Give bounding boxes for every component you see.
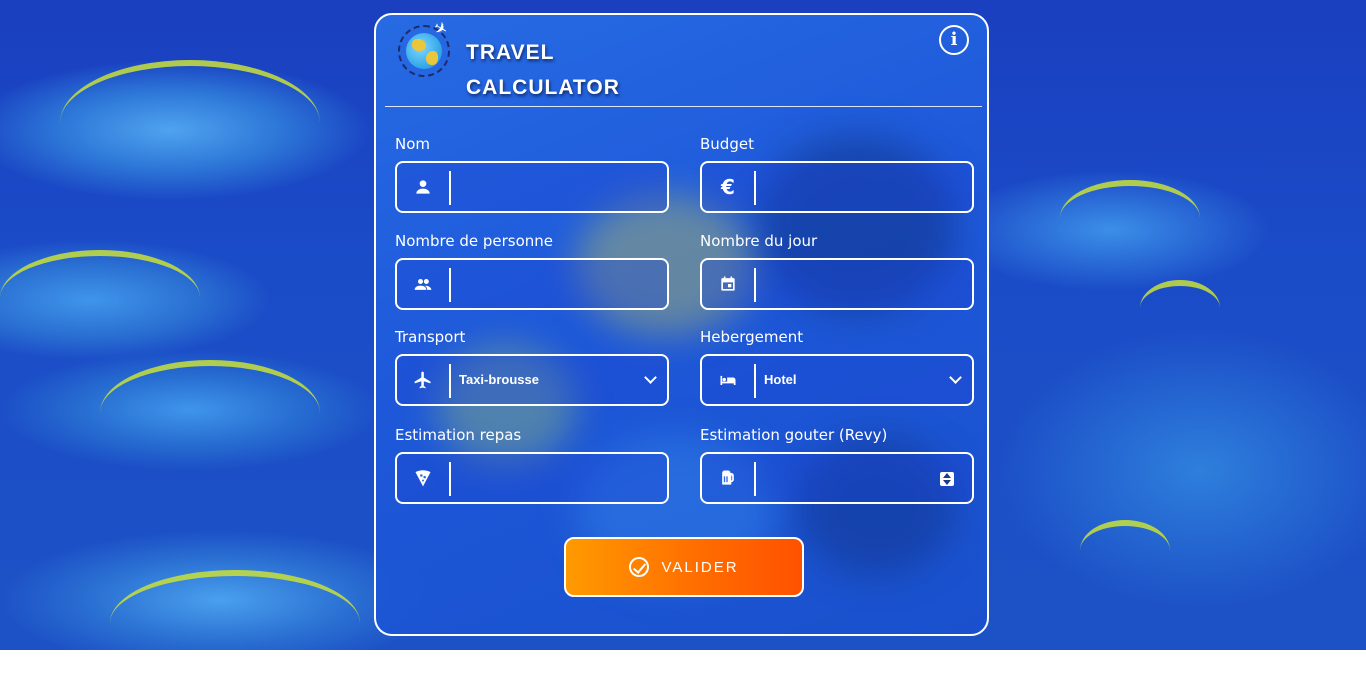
personnes-input[interactable]: [459, 260, 659, 308]
transport-selected-value: Taxi-brousse: [459, 372, 539, 387]
transport-field: Transport Taxi-brousse: [395, 328, 669, 406]
fish-decoration: [100, 360, 320, 466]
transport-label: Transport: [395, 328, 466, 346]
fish-decoration: [1080, 520, 1170, 581]
calendar-icon: [702, 260, 754, 308]
globe-logo-icon: ✈: [398, 17, 451, 77]
gouter-field: Estimation gouter (Revy): [700, 426, 974, 504]
beer-mug-icon: [702, 454, 754, 502]
repas-field: Estimation repas: [395, 426, 669, 504]
repas-label: Estimation repas: [395, 426, 522, 444]
app-title: TRAVEL CALCULATOR: [466, 35, 620, 105]
gouter-label: Estimation gouter (Revy): [700, 426, 888, 444]
people-icon: [397, 260, 449, 308]
hebergement-select[interactable]: Hotel: [700, 354, 974, 406]
title-line-2: CALCULATOR: [466, 76, 620, 99]
transport-select[interactable]: Taxi-brousse: [395, 354, 669, 406]
info-button[interactable]: i: [939, 25, 969, 55]
euro-icon: €: [721, 175, 735, 199]
header-divider: [385, 106, 982, 107]
personnes-label: Nombre de personne: [395, 232, 554, 250]
gouter-input-box: [700, 452, 974, 504]
nom-label: Nom: [395, 135, 431, 153]
nom-field: Nom: [395, 135, 669, 213]
jours-label: Nombre du jour: [700, 232, 818, 250]
jours-input-box: [700, 258, 974, 310]
bed-icon: [702, 356, 754, 404]
valider-button-label: VALIDER: [661, 558, 739, 576]
gouter-input[interactable]: [764, 454, 964, 502]
nom-input-box: [395, 161, 669, 213]
header: ✈ TRAVEL CALCULATOR i: [376, 15, 987, 109]
nom-input[interactable]: [459, 163, 659, 211]
fish-decoration: [1140, 280, 1220, 336]
hebergement-field: Hebergement Hotel: [700, 328, 974, 406]
jours-field: Nombre du jour: [700, 232, 974, 310]
title-line-1: TRAVEL: [466, 41, 555, 64]
airplane-icon: [397, 356, 449, 404]
number-spinner[interactable]: [940, 472, 954, 486]
budget-label: Budget: [700, 135, 754, 153]
repas-input-box: [395, 452, 669, 504]
valider-button[interactable]: VALIDER: [564, 537, 804, 597]
personnes-input-box: [395, 258, 669, 310]
budget-field: Budget €: [700, 135, 974, 213]
fish-decoration: [1060, 180, 1200, 256]
fish-decoration: [60, 60, 320, 186]
repas-input[interactable]: [459, 454, 659, 502]
budget-input[interactable]: [764, 163, 964, 211]
hebergement-label: Hebergement: [700, 328, 804, 346]
travel-calculator-card: ✈ TRAVEL CALCULATOR i Nom Budget € Nombr…: [374, 13, 989, 636]
personnes-field: Nombre de personne: [395, 232, 669, 310]
budget-input-box: €: [700, 161, 974, 213]
jours-input[interactable]: [764, 260, 964, 308]
person-icon: [397, 163, 449, 211]
check-circle-icon: [629, 557, 650, 577]
fish-decoration: [110, 570, 360, 676]
fish-decoration: [0, 250, 200, 346]
pizza-icon: [397, 454, 449, 502]
hebergement-selected-value: Hotel: [764, 372, 797, 387]
